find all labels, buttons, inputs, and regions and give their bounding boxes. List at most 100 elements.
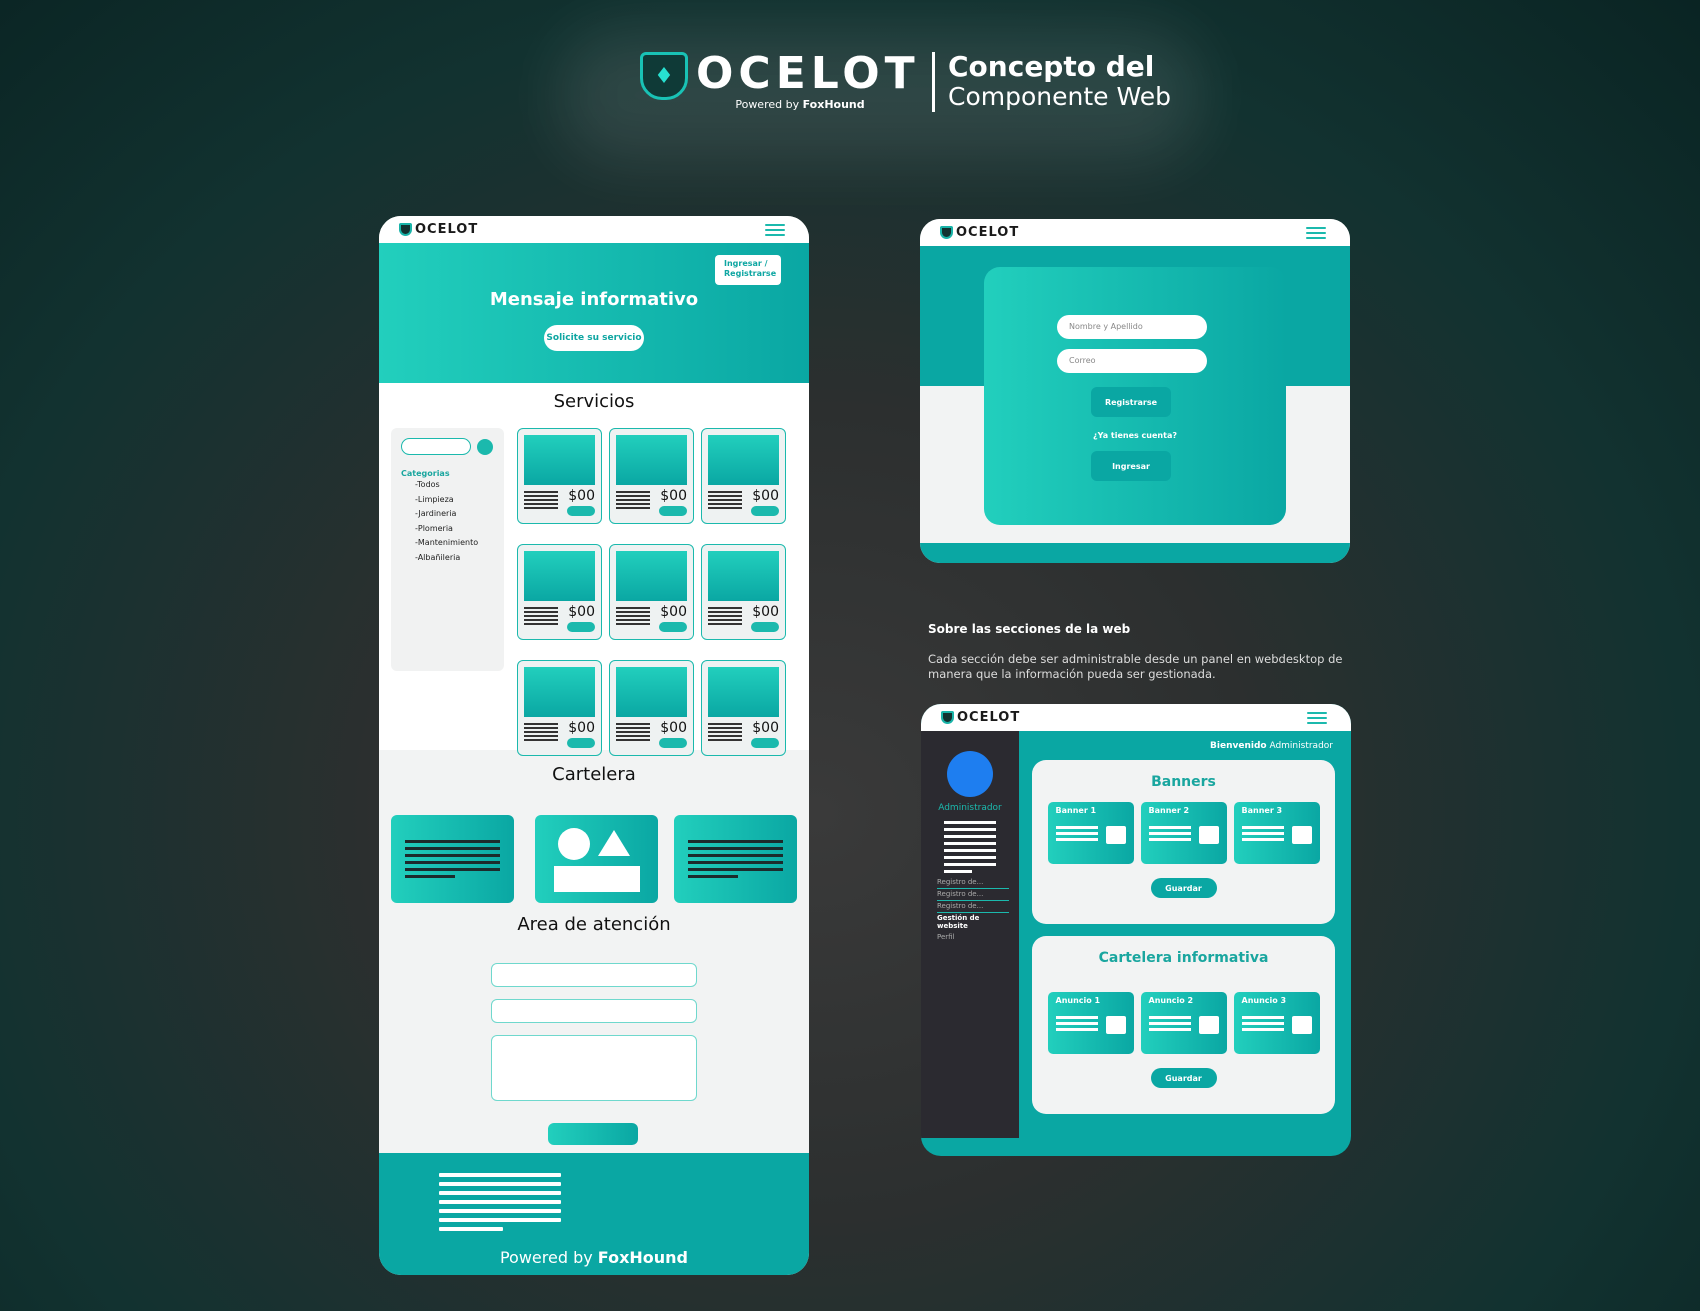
category-filter: Categorias -Todos -Limpieza -Jardineria … [391, 428, 504, 671]
service-card[interactable]: $00 [609, 428, 694, 524]
services-title: Servicios [553, 391, 635, 412]
admin-logo[interactable]: OCELOT [941, 710, 1020, 725]
image-placeholder-icon [1105, 1016, 1126, 1034]
service-card[interactable]: $00 [701, 428, 786, 524]
register-button[interactable]: Registrarse [1091, 387, 1171, 417]
category-item[interactable]: -Albañileria [415, 551, 494, 566]
sidebar-text-lines [944, 821, 996, 873]
search-input[interactable] [401, 438, 471, 455]
contact-message-textarea[interactable] [491, 1035, 697, 1101]
description-lines [524, 607, 558, 632]
billboard-item[interactable] [391, 815, 514, 903]
description-lines [524, 491, 558, 516]
hamburger-menu-icon[interactable] [1306, 226, 1326, 239]
contact-name-input[interactable] [491, 963, 697, 987]
hero-banner: Ingresar / Registrarse Mensaje informati… [379, 243, 809, 383]
service-button[interactable] [659, 738, 687, 748]
save-banners-button[interactable]: Guardar [1150, 878, 1217, 898]
board-title: Cartelera informativa [1098, 950, 1269, 966]
category-item[interactable]: -Jardineria [415, 507, 494, 522]
category-item[interactable]: -Mantenimiento [415, 536, 494, 551]
category-item[interactable]: -Todos [415, 478, 494, 493]
service-button[interactable] [659, 506, 687, 516]
image-placeholder-icon [1198, 826, 1219, 844]
mobile-mockup: OCELOT Ingresar / Registrarse Mensaje in… [379, 216, 809, 1275]
service-price: $00 [660, 488, 687, 504]
contact-title: Area de atención [517, 914, 671, 935]
sidebar-item-registro[interactable]: Registro de... [937, 877, 1009, 889]
service-card[interactable]: $00 [609, 660, 694, 756]
register-form: Nombre y Apellido Correo Registrarse ¿Ya… [984, 267, 1286, 525]
image-placeholder-icon [1198, 1016, 1219, 1034]
register-bottom-band [920, 543, 1350, 563]
category-item[interactable]: -Plomeria [415, 522, 494, 537]
billboard-image-item[interactable] [535, 815, 658, 903]
sidebar-item-registro[interactable]: Registro de... [937, 901, 1009, 913]
sidebar-item-website[interactable]: Gestión de website [937, 913, 1009, 932]
service-image [616, 435, 687, 485]
mobile-logo[interactable]: OCELOT [399, 222, 478, 237]
register-logo[interactable]: OCELOT [940, 225, 1019, 240]
admin-topbar: OCELOT [921, 704, 1351, 731]
login-button[interactable]: Ingresar [1091, 451, 1171, 481]
avatar[interactable] [947, 751, 993, 797]
service-price: $00 [660, 720, 687, 736]
banner-tile[interactable]: Banner 2 [1140, 802, 1227, 864]
email-input[interactable]: Correo [1057, 349, 1207, 373]
board-panel: Cartelera informativa Anuncio 1 Anuncio … [1032, 936, 1335, 1114]
name-input[interactable]: Nombre y Apellido [1057, 315, 1207, 339]
billboard-and-contact: Cartelera Area de atención [379, 750, 809, 1150]
service-card[interactable]: $00 [701, 660, 786, 756]
admin-sidebar: Administrador Registro de... Registro de… [921, 731, 1019, 1138]
service-image [616, 551, 687, 601]
register-topbar: OCELOT [920, 219, 1350, 246]
service-button[interactable] [659, 622, 687, 632]
service-image [524, 551, 595, 601]
service-button[interactable] [751, 506, 779, 516]
hamburger-menu-icon[interactable] [1307, 711, 1327, 724]
request-service-button[interactable]: Solicite su servicio [544, 325, 644, 351]
service-price: $00 [752, 604, 779, 620]
service-card[interactable]: $00 [701, 544, 786, 640]
image-placeholder-icon [553, 828, 640, 892]
contact-submit-button[interactable] [548, 1123, 638, 1145]
service-button[interactable] [567, 506, 595, 516]
service-button[interactable] [751, 738, 779, 748]
ad-tile[interactable]: Anuncio 1 [1047, 992, 1134, 1054]
contact-email-input[interactable] [491, 999, 697, 1023]
ad-tile[interactable]: Anuncio 2 [1140, 992, 1227, 1054]
admin-window: OCELOT Administrador Registro de... Regi… [921, 704, 1351, 1156]
description-lines [524, 723, 558, 748]
hamburger-menu-icon[interactable] [765, 223, 785, 236]
service-card[interactable]: $00 [517, 428, 602, 524]
service-card[interactable]: $00 [609, 544, 694, 640]
sidebar-item-registro[interactable]: Registro de... [937, 889, 1009, 901]
shield-icon [940, 226, 953, 239]
service-image [616, 667, 687, 717]
sidebar-item-profile[interactable]: Perfil [937, 932, 1009, 943]
ocelot-logo: ♦ OCELOT Powered by FoxHound [640, 52, 920, 111]
service-button[interactable] [567, 738, 595, 748]
banner-tile[interactable]: Banner 3 [1233, 802, 1320, 864]
footer-powered-by: Powered by FoxHound [499, 1248, 689, 1267]
banner-tile[interactable]: Banner 1 [1047, 802, 1134, 864]
mobile-footer: Powered by FoxHound [379, 1153, 809, 1275]
service-card[interactable]: $00 [517, 544, 602, 640]
register-window: OCELOT Nombre y Apellido Correo Registra… [920, 219, 1350, 563]
mobile-topbar: OCELOT [379, 216, 809, 243]
service-image [708, 667, 779, 717]
service-button[interactable] [567, 622, 595, 632]
banners-title: Banners [1151, 774, 1216, 790]
page-title-line2: Componente Web [948, 82, 1171, 111]
categories-heading: Categorias [401, 469, 450, 478]
category-item[interactable]: -Limpieza [415, 493, 494, 508]
billboard-item[interactable] [674, 815, 797, 903]
save-board-button[interactable]: Guardar [1150, 1068, 1217, 1088]
service-price: $00 [660, 604, 687, 620]
service-card[interactable]: $00 [517, 660, 602, 756]
service-button[interactable] [751, 622, 779, 632]
search-button[interactable] [477, 438, 493, 455]
image-placeholder-icon [1291, 1016, 1312, 1034]
login-register-link[interactable]: Ingresar / Registrarse [715, 255, 781, 285]
ad-tile[interactable]: Anuncio 3 [1233, 992, 1320, 1054]
